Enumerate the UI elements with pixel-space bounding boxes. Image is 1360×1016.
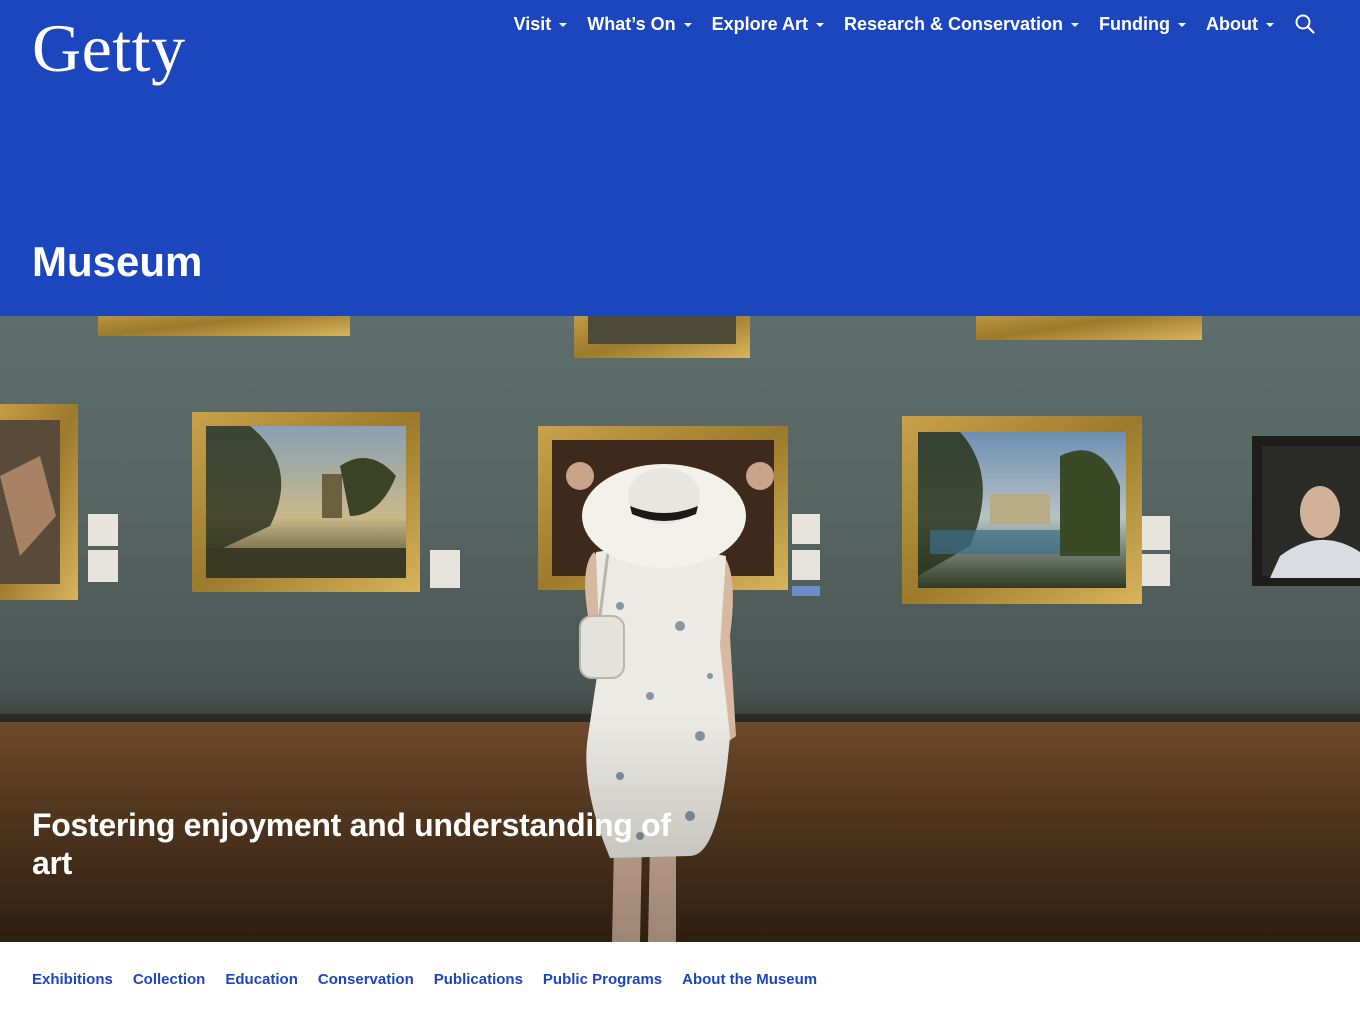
subnav-exhibitions[interactable]: Exhibitions: [32, 971, 113, 988]
search-icon: [1295, 14, 1315, 34]
chevron-down-icon: [683, 23, 692, 27]
getty-logo[interactable]: Getty: [32, 14, 186, 82]
subnav-collection[interactable]: Collection: [133, 971, 206, 988]
section-nav: Exhibitions Collection Education Conserv…: [0, 942, 1360, 1016]
search-button[interactable]: [1294, 13, 1316, 35]
nav-item-whats-on[interactable]: What’s On: [587, 12, 692, 36]
nav-item-label: Research & Conservation: [843, 14, 1064, 34]
nav-item-label: About: [1206, 14, 1258, 34]
nav-item-explore-art[interactable]: Explore Art: [712, 12, 824, 36]
chevron-down-icon: [815, 23, 824, 27]
subnav-education[interactable]: Education: [225, 971, 298, 988]
nav-item-label: Explore Art: [711, 14, 808, 34]
chevron-down-icon: [1071, 23, 1080, 27]
subnav-about-the-museum[interactable]: About the Museum: [682, 971, 817, 988]
nav-item-label: Visit: [513, 14, 552, 34]
nav-item-about[interactable]: About: [1206, 12, 1274, 36]
main-nav: Visit What’s On Explore Art Research & C…: [494, 12, 1316, 36]
subnav-public-programs[interactable]: Public Programs: [543, 971, 662, 988]
nav-item-label: Funding: [1099, 14, 1171, 34]
nav-item-label: What’s On: [587, 14, 676, 34]
nav-item-funding[interactable]: Funding: [1099, 12, 1187, 36]
site-header: Getty Visit What’s On Explore Art Resear…: [0, 0, 1360, 316]
hero-tagline: Fostering enjoyment and understanding of…: [32, 807, 671, 881]
subnav-publications[interactable]: Publications: [434, 971, 523, 988]
subnav-conservation[interactable]: Conservation: [318, 971, 414, 988]
chevron-down-icon: [1266, 23, 1274, 27]
chevron-down-icon: [1178, 23, 1187, 27]
nav-item-research-conservation[interactable]: Research & Conservation: [843, 12, 1080, 36]
nav-item-visit[interactable]: Visit: [514, 12, 568, 36]
chevron-down-icon: [559, 23, 568, 27]
page-title: Museum: [32, 238, 203, 285]
